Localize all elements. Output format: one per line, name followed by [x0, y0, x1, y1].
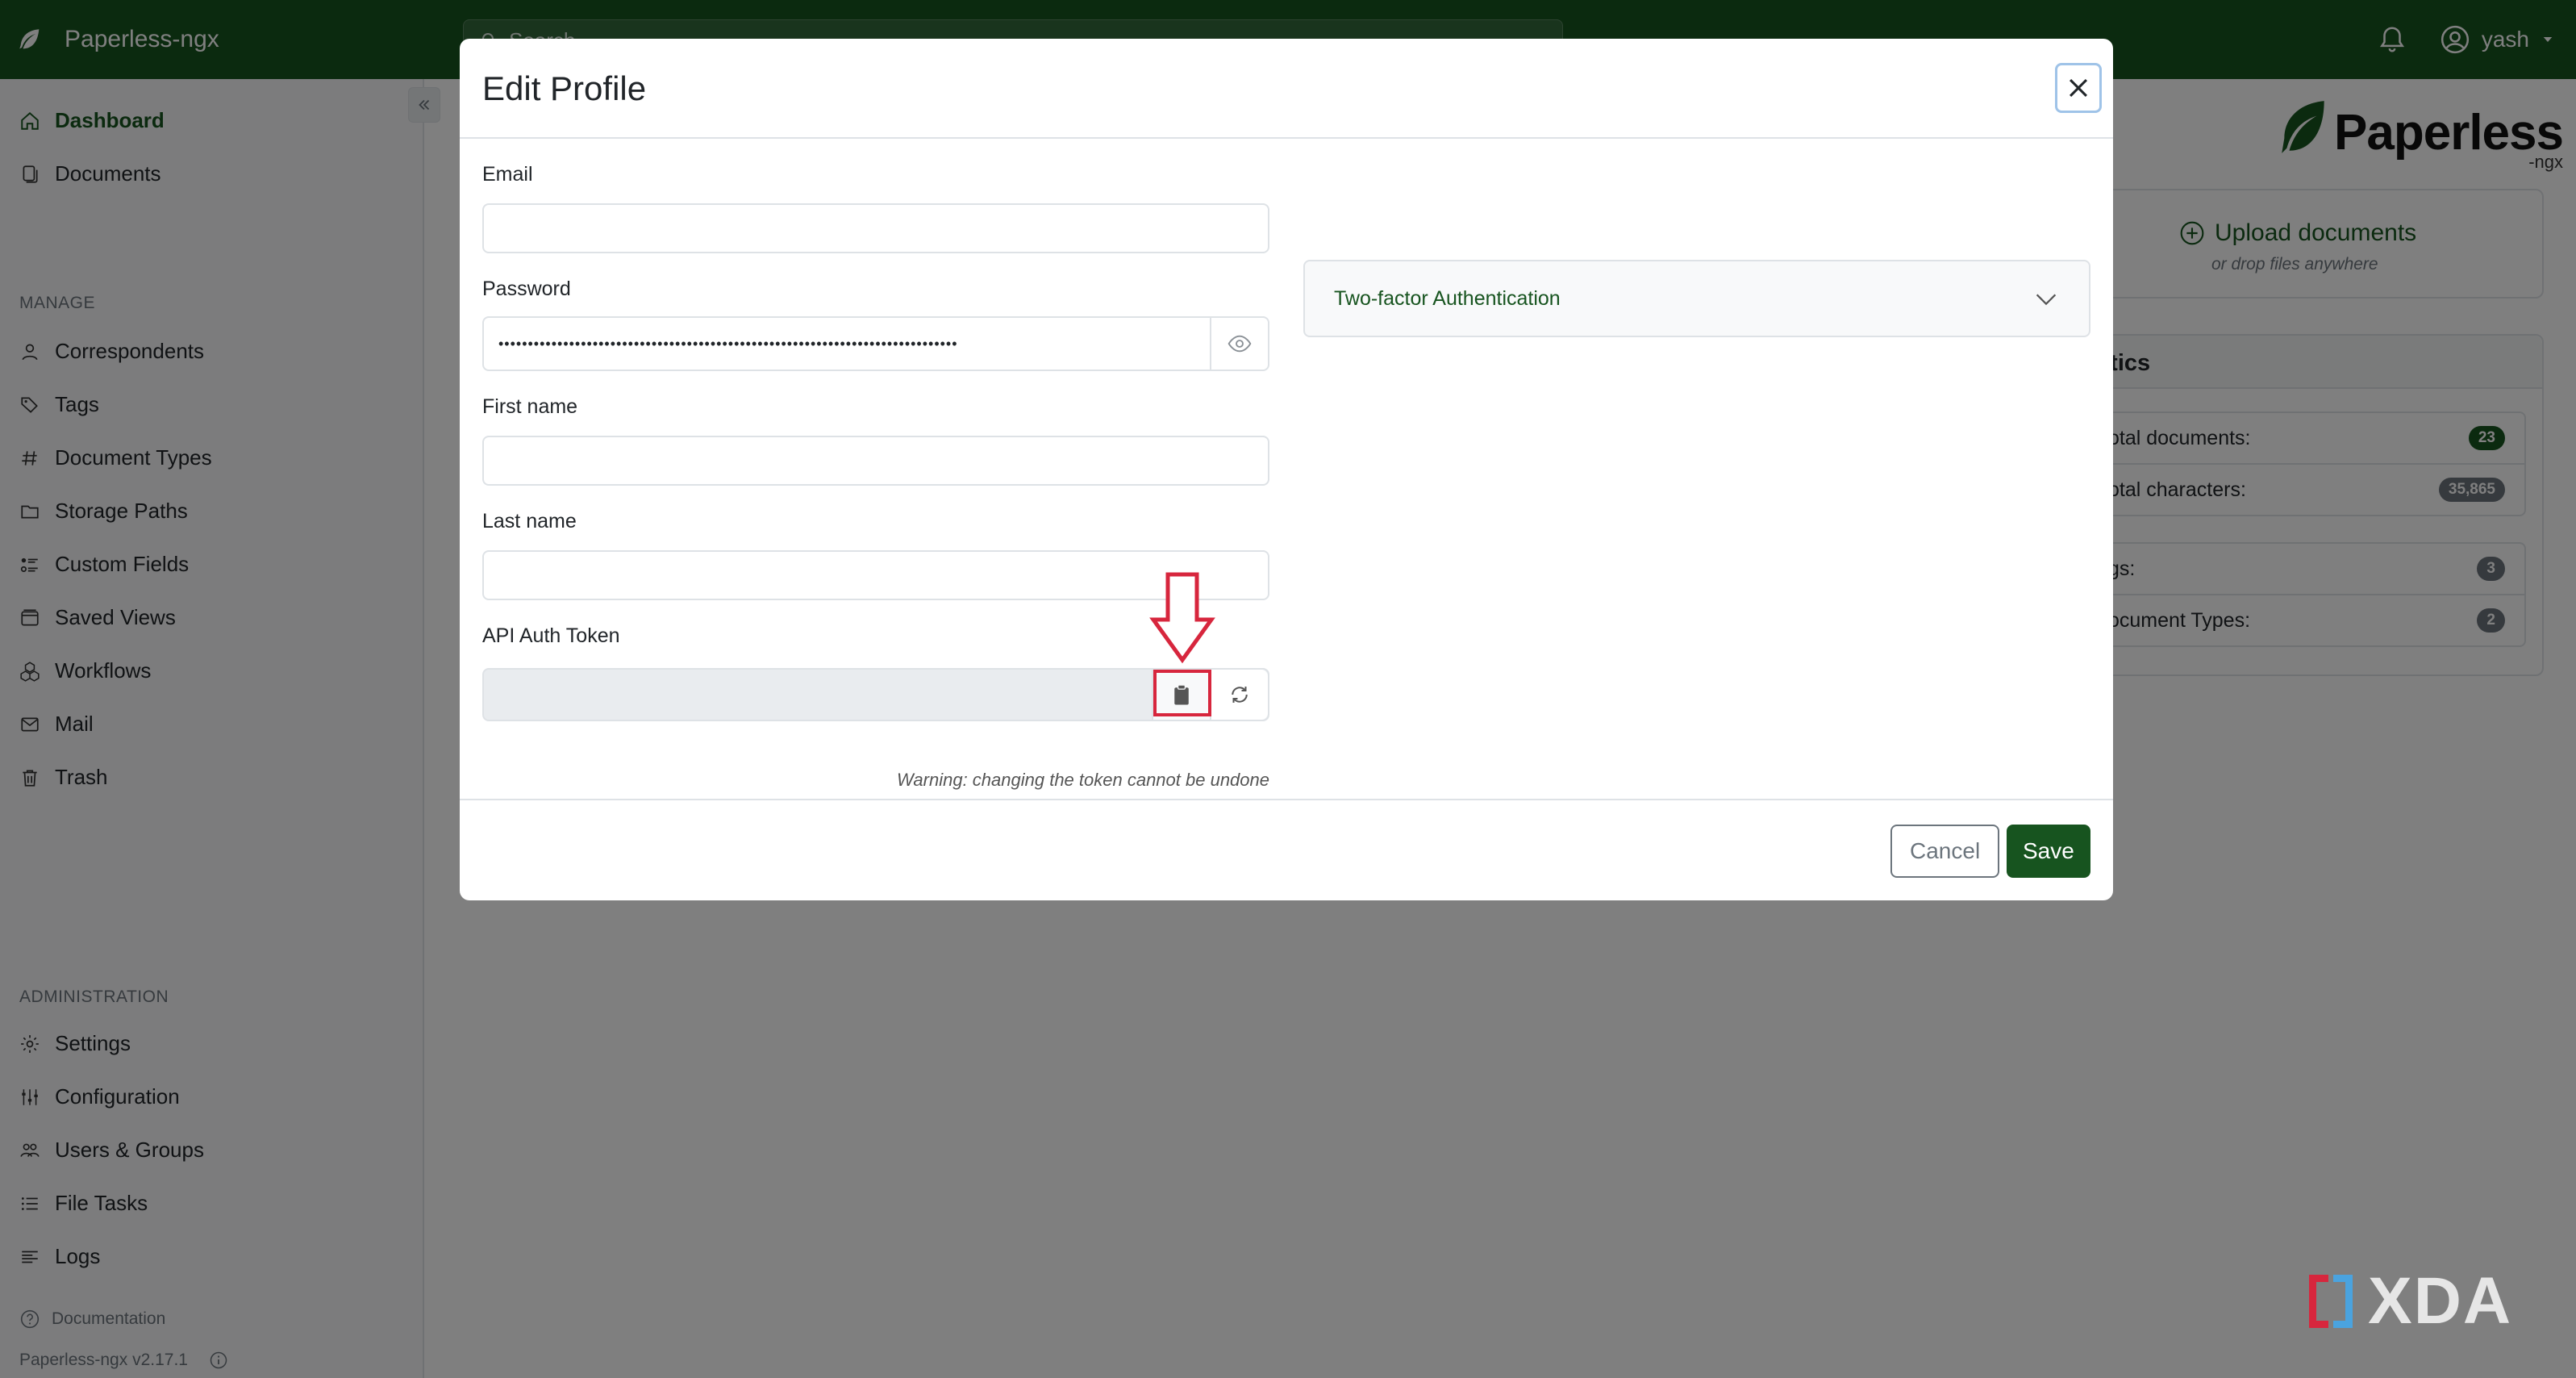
email-field[interactable] [482, 203, 1269, 253]
xda-logo-icon [2309, 1275, 2353, 1328]
annotation-arrow-icon [1149, 572, 1215, 664]
email-label: Email [482, 163, 533, 186]
password-value[interactable]: ••••••••••••••••••••••••••••••••••••••••… [484, 318, 1210, 370]
first-name-label: First name [482, 395, 578, 418]
cancel-button[interactable]: Cancel [1890, 825, 2000, 878]
close-icon [2069, 78, 2088, 98]
modal-footer: Cancel Save [460, 799, 2113, 900]
eye-icon [1228, 335, 1252, 353]
modal-title: Edit Profile [482, 69, 647, 107]
password-label: Password [482, 278, 571, 300]
token-warning: Warning: changing the token cannot be un… [897, 770, 1269, 790]
close-button[interactable] [2055, 63, 2102, 113]
first-name-field[interactable] [482, 436, 1269, 486]
modal-header: Edit Profile [460, 39, 2113, 139]
annotation-highlight-box [1153, 670, 1211, 716]
api-auth-token-label: API Auth Token [482, 624, 620, 647]
last-name-label: Last name [482, 510, 577, 532]
regenerate-token-button[interactable] [1210, 670, 1268, 720]
save-button[interactable]: Save [2007, 825, 2090, 878]
api-auth-token-field[interactable] [482, 668, 1269, 721]
two-factor-accordion[interactable]: Two-factor Authentication [1303, 260, 2090, 337]
show-password-button[interactable] [1210, 318, 1268, 370]
password-field[interactable]: ••••••••••••••••••••••••••••••••••••••••… [482, 316, 1269, 371]
xda-watermark: XDA [2302, 1263, 2512, 1339]
modal-body: Email Password •••••••••••••••••••••••••… [460, 139, 2113, 800]
arrow-repeat-icon [1232, 687, 1248, 703]
two-factor-label: Two-factor Authentication [1334, 287, 1561, 310]
xda-word: XDA [2368, 1264, 2513, 1338]
edit-profile-modal: Edit Profile Email Password ••••••••••••… [460, 39, 2113, 900]
chevron-down-icon [2036, 294, 2057, 306]
